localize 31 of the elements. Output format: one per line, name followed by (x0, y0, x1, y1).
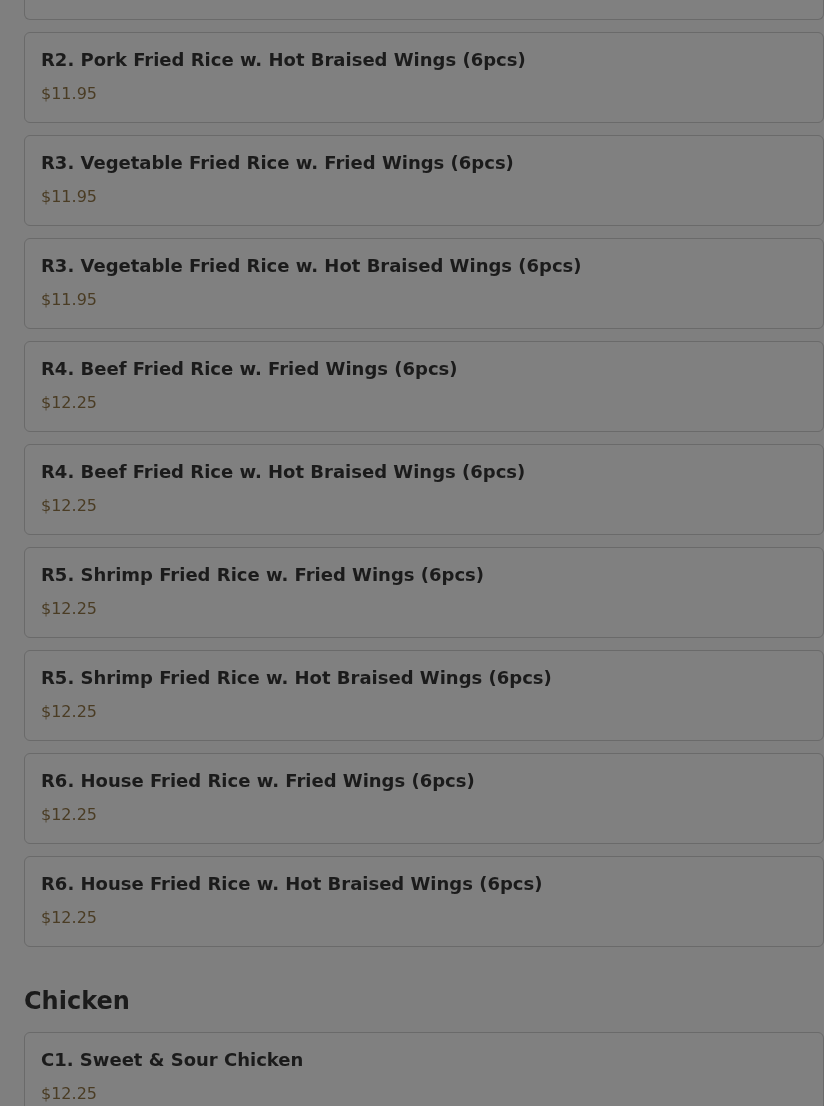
menu-item-card[interactable]: R2. Pork Fried Rice w. Hot Braised Wings (6pcs) $11.95 (24, 32, 824, 123)
menu-item-card[interactable]: R3. Vegetable Fried Rice w. Fried Wings (6pcs) $11.95 (24, 135, 824, 226)
item-name: R4. Beef Fried Rice w. Fried Wings (6pcs) (41, 357, 459, 381)
item-price: $12.25 (41, 907, 98, 929)
menu-item-card[interactable]: R5. Shrimp Fried Rice w. Fried Wings (6pcs) $12.25 (24, 547, 824, 638)
item-price: $12.25 (41, 495, 98, 517)
item-name: R5. Shrimp Fried Rice w. Fried Wings (6pcs) (41, 563, 486, 587)
item-name: R5. Shrimp Fried Rice w. Hot Braised Wings (6pcs) (41, 666, 553, 690)
item-name: R6. House Fried Rice w. Fried Wings (6pcs) (41, 769, 476, 793)
item-price: $12.25 (41, 804, 98, 826)
item-name: R3. Vegetable Fried Rice w. Fried Wings (6pcs) (41, 151, 515, 175)
menu-item-card[interactable]: R3. Vegetable Fried Rice w. Hot Braised Wings (6pcs) $11.95 (24, 238, 824, 329)
menu-item-card[interactable]: R4. Beef Fried Rice w. Fried Wings (6pcs) $12.25 (24, 341, 824, 432)
item-price: $12.25 (41, 598, 98, 620)
item-name: R2. Pork Fried Rice w. Hot Braised Wings (6pcs) (41, 48, 527, 72)
menu-item-card[interactable]: R6. House Fried Rice w. Fried Wings (6pcs) $12.25 (24, 753, 824, 844)
item-price: $11.95 (41, 186, 98, 208)
item-price: $12.25 (41, 701, 98, 723)
section-heading: Chicken (24, 986, 131, 1017)
item-price: $12.25 (41, 1083, 98, 1105)
item-name: R3. Vegetable Fried Rice w. Hot Braised Wings (6pcs) (41, 254, 583, 278)
item-price: $11.95 (41, 289, 98, 311)
item-name: R6. House Fried Rice w. Hot Braised Wings (6pcs) (41, 872, 544, 896)
item-name: C1. Sweet & Sour Chicken (41, 1048, 305, 1072)
item-price: $11.95 (41, 83, 98, 105)
menu-item-card[interactable]: R6. House Fried Rice w. Hot Braised Wings (6pcs) $12.25 (24, 856, 824, 947)
item-name: R4. Beef Fried Rice w. Hot Braised Wings (6pcs) (41, 460, 527, 484)
menu-item-card[interactable]: R4. Beef Fried Rice w. Hot Braised Wings (6pcs) $12.25 (24, 444, 824, 535)
menu-item-card[interactable]: R5. Shrimp Fried Rice w. Hot Braised Wings (6pcs) $12.25 (24, 650, 824, 741)
item-price: $12.25 (41, 392, 98, 414)
menu-item-card[interactable]: C1. Sweet & Sour Chicken $12.25 (24, 1032, 824, 1106)
